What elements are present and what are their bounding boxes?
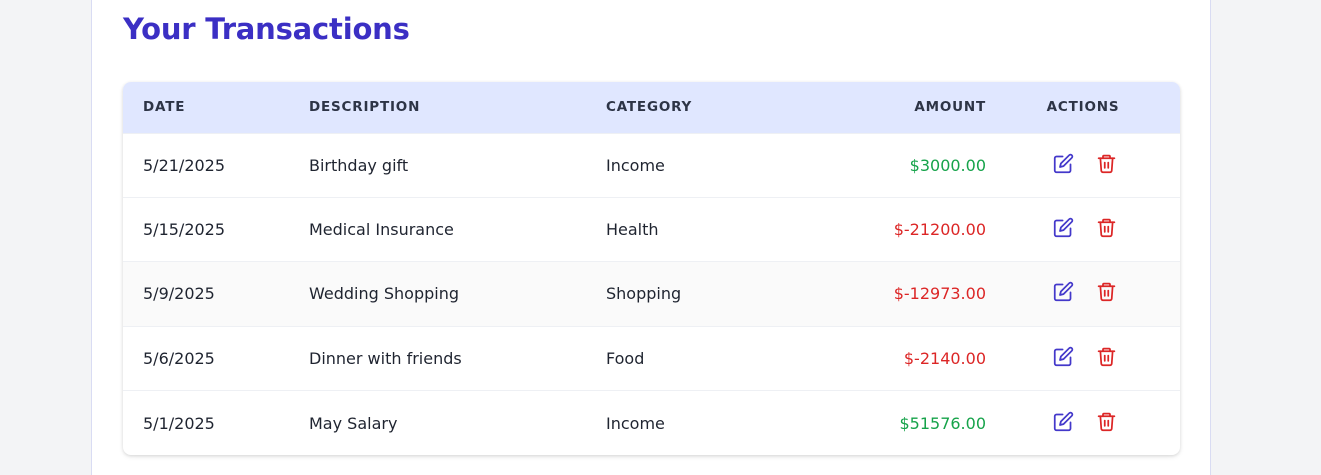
edit-icon[interactable]	[1053, 411, 1074, 432]
row-description: May Salary	[309, 413, 398, 433]
row-actions	[986, 262, 1180, 326]
row-actions	[986, 133, 1180, 197]
table-row: 5/1/2025 May Salary Income $51576.00	[123, 390, 1180, 455]
row-date: 5/9/2025	[143, 284, 215, 304]
table-body: 5/21/2025 Birthday gift Income $3000.00	[123, 133, 1180, 455]
table-row: 5/9/2025 Wedding Shopping Shopping $-129…	[123, 261, 1180, 327]
header-description: DESCRIPTION	[309, 99, 421, 116]
transactions-panel: Your Transactions DATE DESCRIPTION CATEG…	[91, 0, 1211, 475]
row-category: Shopping	[606, 284, 682, 304]
edit-icon[interactable]	[1053, 217, 1074, 238]
table-row: 5/21/2025 Birthday gift Income $3000.00	[123, 133, 1180, 197]
edit-icon[interactable]	[1053, 281, 1074, 302]
trash-icon[interactable]	[1096, 281, 1117, 302]
table-header-row: DATE DESCRIPTION CATEGORY AMOUNT ACTIONS	[123, 82, 1180, 133]
row-category: Income	[606, 155, 665, 175]
row-actions	[986, 326, 1180, 390]
trash-icon[interactable]	[1096, 346, 1117, 367]
table-header: DATE DESCRIPTION CATEGORY AMOUNT ACTIONS	[123, 82, 1180, 133]
row-date: 5/15/2025	[143, 220, 226, 240]
row-date: 5/6/2025	[143, 348, 215, 368]
header-actions: ACTIONS	[1046, 99, 1120, 116]
transactions-table-card: DATE DESCRIPTION CATEGORY AMOUNT ACTIONS…	[123, 82, 1180, 455]
row-amount: $-21200.00	[893, 220, 986, 240]
edit-icon[interactable]	[1053, 153, 1074, 174]
row-date: 5/1/2025	[143, 413, 215, 433]
row-description: Wedding Shopping	[309, 284, 460, 304]
trash-icon[interactable]	[1096, 153, 1117, 174]
table-row: 5/15/2025 Medical Insurance Health $-212…	[123, 197, 1180, 261]
row-actions	[986, 391, 1180, 455]
header-amount: AMOUNT	[914, 99, 986, 116]
row-date: 5/21/2025	[143, 155, 226, 175]
transactions-table: DATE DESCRIPTION CATEGORY AMOUNT ACTIONS…	[123, 82, 1180, 455]
table-row: 5/6/2025 Dinner with friends Food $-2140…	[123, 326, 1180, 390]
row-category: Health	[606, 220, 659, 240]
row-category: Food	[606, 348, 645, 368]
row-description: Medical Insurance	[309, 220, 454, 240]
row-category: Income	[606, 413, 665, 433]
row-description: Dinner with friends	[309, 348, 462, 368]
row-actions	[986, 197, 1180, 261]
row-amount: $3000.00	[909, 155, 986, 175]
row-amount: $-12973.00	[893, 284, 986, 304]
row-description: Birthday gift	[309, 155, 409, 175]
header-category: CATEGORY	[606, 99, 693, 116]
edit-icon[interactable]	[1053, 346, 1074, 367]
trash-icon[interactable]	[1096, 217, 1117, 238]
trash-icon[interactable]	[1096, 411, 1117, 432]
row-amount: $-2140.00	[903, 348, 986, 368]
page-title: Your Transactions	[123, 12, 410, 46]
row-amount: $51576.00	[899, 413, 986, 433]
header-date: DATE	[143, 99, 186, 116]
